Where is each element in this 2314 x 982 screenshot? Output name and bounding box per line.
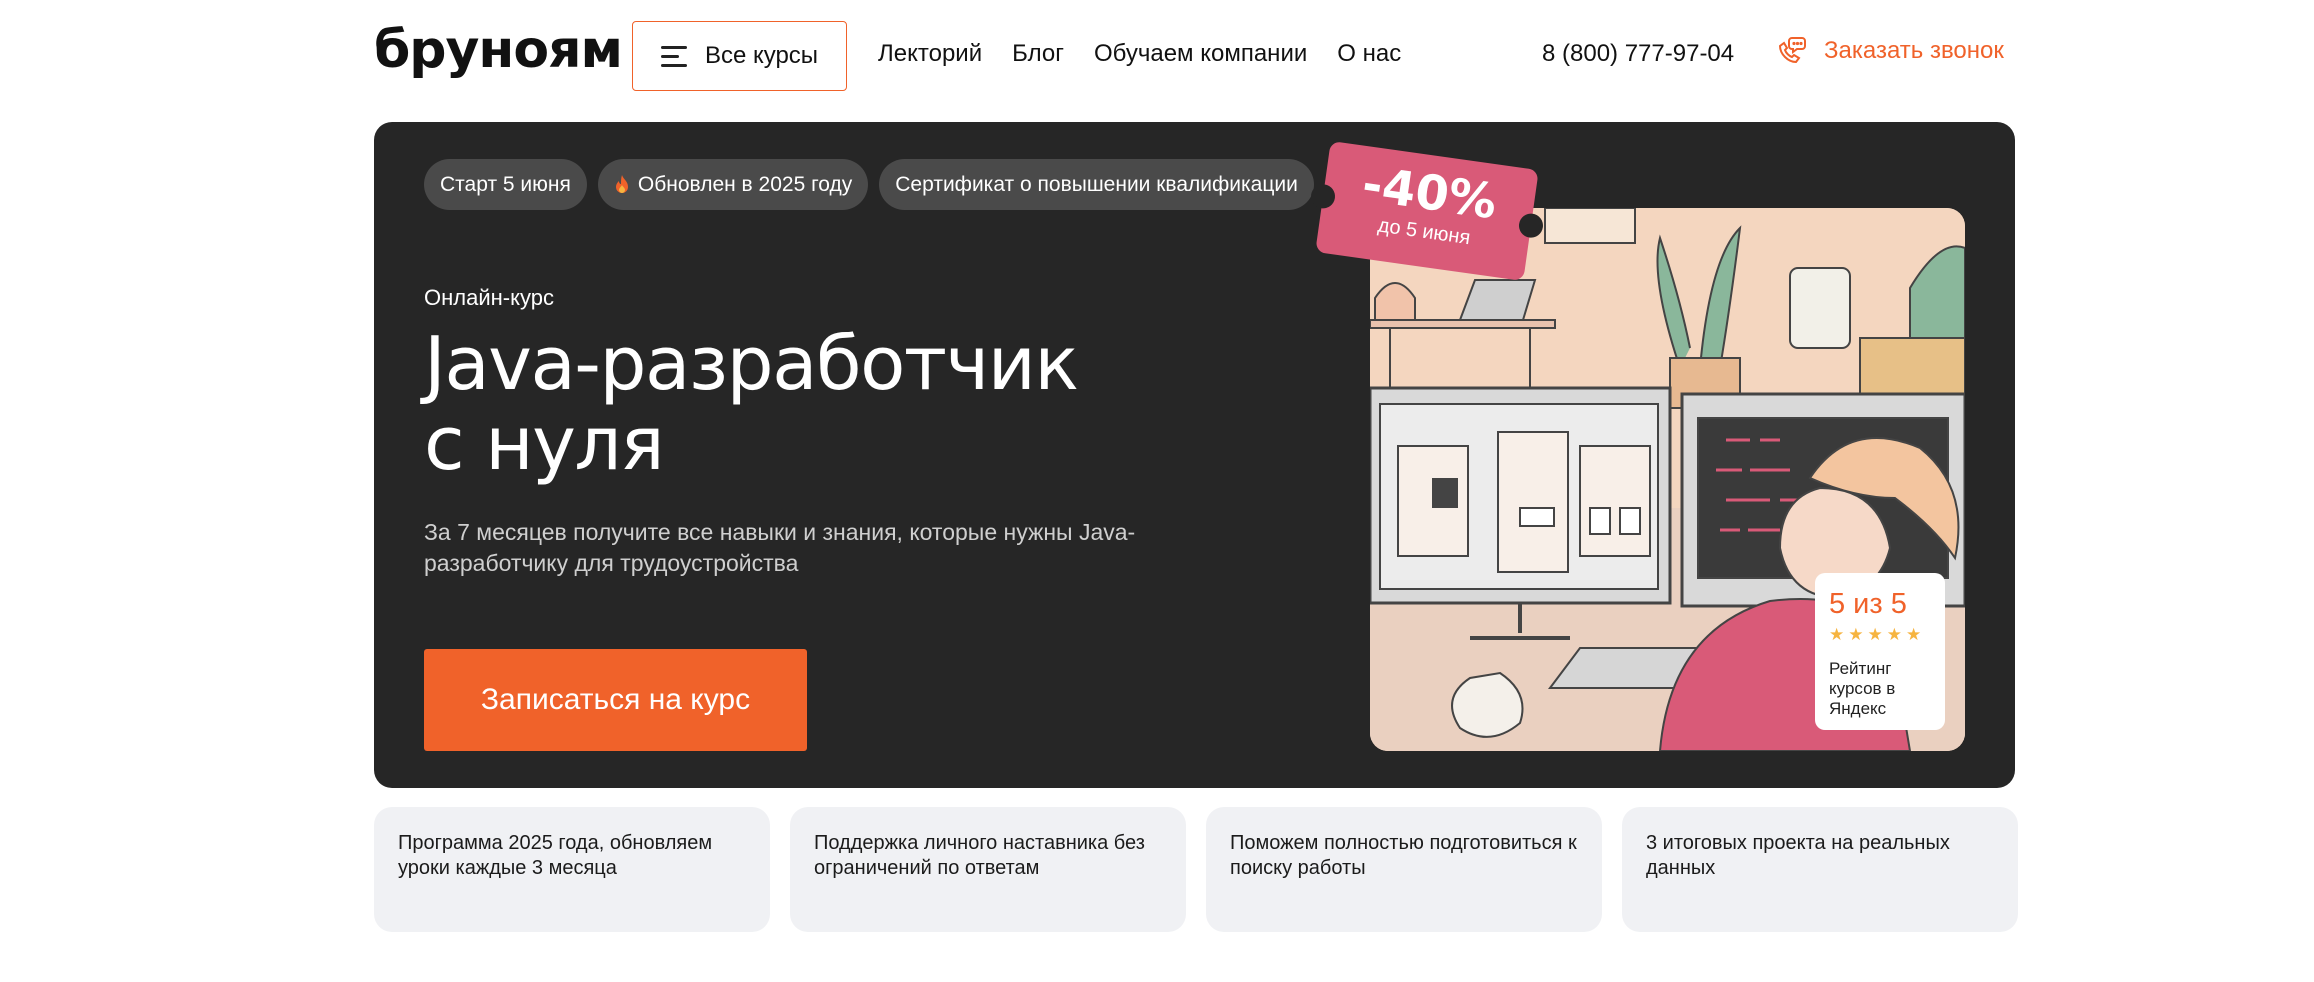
all-courses-label: Все курсы [704,42,819,69]
tag-updated: Обновлен в 2025 году [597,159,869,210]
star-icon: ★ [1829,625,1845,644]
phone-number[interactable]: 8 (800) 777-97-04 [1542,40,1734,68]
rating-score: 5 из 5 [1829,588,1907,620]
rating-label: Рейтинг курсов в Яндекс [1829,659,1896,718]
phone-chat-icon [1778,37,1806,64]
callback-button[interactable]: Заказать звонок [1774,34,2004,68]
nav-link-blog[interactable]: Блог [1012,40,1064,68]
star-icon: ★ [1886,625,1902,644]
feature-card: Поддержка личного наставника без огранич… [790,807,1186,932]
rating-stars: ★ ★ ★ ★ ★ [1829,625,1931,645]
flame-icon [615,174,628,193]
callback-label: Заказать звонок [1824,37,2004,64]
star-icon: ★ [1848,625,1864,644]
course-title-line-2: с нуля [424,401,665,487]
feature-cards: Программа 2025 года, обновляем уроки каж… [374,807,2018,932]
feature-card: Поможем полностью подготовиться к поиску… [1206,807,1602,932]
menu-icon [660,46,687,67]
hero-banner: Старт 5 июня Обновлен в 2025 году Сертиф… [374,122,2015,788]
nav-link-lectorium[interactable]: Лекторий [878,40,982,68]
enroll-button[interactable]: Записаться на курс [424,649,807,751]
nav-link-companies[interactable]: Обучаем компании [1094,40,1307,68]
tag-label: Старт 5 июня [440,172,571,196]
course-format: Онлайн-курс [424,285,554,310]
feature-card: 3 итоговых проекта на реальных данных [1622,807,2018,932]
course-subtitle: За 7 месяцев получите все навыки и знани… [424,519,1136,576]
all-courses-button[interactable]: Все курсы [632,21,847,91]
hero-tags: Старт 5 июня Обновлен в 2025 году Сертиф… [424,159,1314,210]
tag-label: Обновлен в 2025 году [637,172,853,196]
tag-label: Сертификат о повышении квалификации [895,172,1298,196]
main-nav: Лекторий Блог Обучаем компании О нас [878,40,1431,68]
tag-certificate: Сертификат о повышении квалификации [879,159,1314,210]
rating-card: 5 из 5 ★ ★ ★ ★ ★ Рейтинг курсов в Яндекс [1815,573,1945,730]
star-icon: ★ [1867,625,1883,644]
tag-start-date: Старт 5 июня [424,159,587,210]
star-icon: ★ [1906,625,1922,644]
course-title-line-1: Java-разработчик [424,321,1079,407]
logo[interactable]: бруноям [374,20,623,80]
course-title: Java-разработчик с нуля [424,324,1184,484]
nav-link-about[interactable]: О нас [1337,40,1401,68]
feature-card: Программа 2025 года, обновляем уроки каж… [374,807,770,932]
